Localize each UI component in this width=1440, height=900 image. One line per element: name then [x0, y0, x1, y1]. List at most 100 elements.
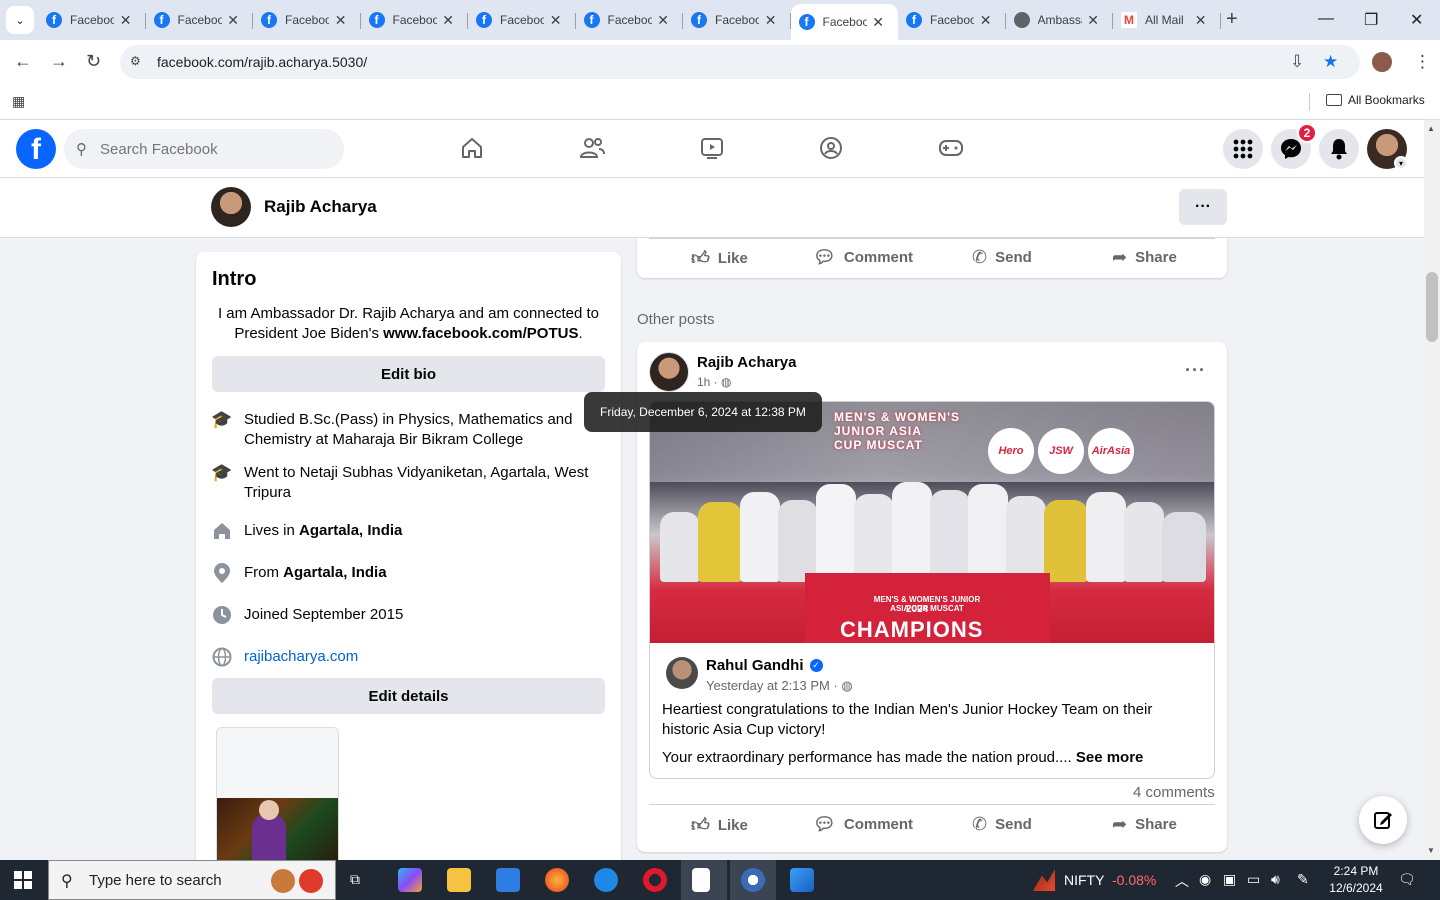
nifty-label[interactable]: NIFTY [1064, 872, 1104, 888]
new-tab-plus-icon[interactable]: + [1226, 8, 1238, 31]
profile-name[interactable]: Rajib Acharya [264, 197, 377, 217]
edit-bio-button[interactable]: Edit bio [212, 356, 605, 392]
firefox-icon[interactable] [545, 868, 569, 892]
post-time-text[interactable]: 1h · [697, 375, 718, 389]
tab-close-icon[interactable]: ✕ [872, 14, 884, 31]
tab-close-icon[interactable]: ✕ [120, 12, 132, 29]
account-chevron-down-icon[interactable]: ▾ [1394, 156, 1408, 170]
notifications-bell-icon[interactable] [1319, 129, 1359, 169]
volume-icon[interactable]: 🔊︎ [1271, 871, 1280, 888]
apps-grid-icon[interactable]: ▦ [12, 93, 25, 110]
page-scrollbar-thumb[interactable] [1426, 272, 1438, 342]
browser-tab[interactable]: f Facebook ✕ [898, 4, 1006, 36]
restore-window-icon[interactable]: ❐ [1364, 10, 1378, 30]
file-explorer-icon[interactable] [447, 868, 471, 892]
browser-tab[interactable]: f Facebook ✕ [576, 4, 684, 36]
post-more-options-icon[interactable]: ··· [1185, 360, 1206, 381]
browser-tab[interactable]: f Facebook ✕ [146, 4, 254, 36]
shared-time-text[interactable]: Yesterday at 2:13 PM · [706, 678, 838, 693]
notepad-icon[interactable] [692, 868, 710, 892]
microsoft-store-icon[interactable] [496, 868, 520, 892]
edit-details-button[interactable]: Edit details [212, 678, 605, 714]
send-button[interactable]: ✆ Send [972, 814, 1032, 835]
profile-avatar[interactable] [211, 187, 251, 227]
search-input[interactable] [100, 129, 330, 169]
tab-close-icon[interactable]: ✕ [335, 12, 347, 29]
facebook-search-box[interactable]: ⚲ [64, 129, 344, 169]
tab-close-icon[interactable]: ✕ [1195, 12, 1207, 29]
like-button[interactable]: 👍︎ Like [691, 814, 748, 836]
tray-device-icon[interactable]: ▣ [1223, 871, 1236, 888]
friends-icon[interactable] [578, 134, 606, 162]
back-arrow-icon[interactable]: ← [14, 51, 32, 72]
browser-tab[interactable]: M All Mail ✕ [1113, 4, 1221, 36]
browser-tab[interactable]: f Facebook ✕ [253, 4, 361, 36]
chrome-menu-kebab-icon[interactable]: ⋮ [1414, 52, 1431, 72]
bio-link[interactable]: www.facebook.com/POTUS [383, 325, 578, 342]
share-button[interactable]: ➦ Share [1112, 814, 1177, 835]
tab-close-icon[interactable]: ✕ [980, 12, 992, 29]
shared-post[interactable]: MEN'S & WOMEN'S JUNIOR ASIA CUP MUSCAT H… [649, 401, 1215, 779]
notification-center-icon[interactable]: 🗨︎ [1398, 871, 1416, 888]
browser-tab[interactable]: f Facebook ✕ [38, 4, 146, 36]
like-button[interactable]: 👍︎ Like [691, 247, 748, 269]
chrome-icon[interactable] [741, 868, 765, 892]
copilot-icon[interactable] [398, 868, 422, 892]
tab-close-icon[interactable]: ✕ [227, 12, 239, 29]
shared-author-avatar[interactable] [666, 657, 698, 689]
address-bar[interactable]: ⚙ facebook.com/rajib.acharya.5030/ [120, 45, 1360, 79]
close-window-icon[interactable]: ✕ [1410, 10, 1423, 30]
shared-post-timestamp[interactable]: Yesterday at 2:13 PM · ◍ [706, 678, 853, 694]
taskbar-search-box[interactable]: ⚲ Type here to search [48, 860, 336, 900]
post-author-name[interactable]: Rajib Acharya [697, 354, 797, 371]
network-icon[interactable]: ▭ [1247, 871, 1260, 888]
website-link[interactable]: rajibacharya.com [244, 647, 358, 667]
url-text[interactable]: facebook.com/rajib.acharya.5030/ [157, 54, 367, 70]
tab-close-icon[interactable]: ✕ [1087, 12, 1099, 29]
browser-tab[interactable]: f Facebook ✕ [468, 4, 576, 36]
scroll-down-arrow-icon[interactable]: ▼ [1427, 846, 1435, 855]
comment-button[interactable]: 💬︎ Comment [813, 814, 913, 835]
browser-tab[interactable]: f Facebook ✕ [361, 4, 469, 36]
page-scrollbar-track[interactable] [1424, 120, 1440, 860]
browser-tab[interactable]: f Facebook ✕ [683, 4, 791, 36]
scroll-up-arrow-icon[interactable]: ▲ [1427, 124, 1435, 133]
tray-record-icon[interactable]: ◉ [1199, 871, 1211, 888]
detail-bold[interactable]: Agartala, India [283, 564, 386, 581]
send-button[interactable]: ✆ Send [972, 247, 1032, 268]
facebook-logo-icon[interactable]: f [16, 129, 56, 169]
home-icon[interactable] [458, 134, 486, 162]
tab-close-icon[interactable]: ✕ [765, 12, 777, 29]
shared-author-label[interactable]: Rahul Gandhi [706, 657, 804, 674]
gaming-icon[interactable] [937, 134, 965, 162]
post-author-avatar[interactable] [649, 352, 689, 392]
profile-more-options-button[interactable]: ··· [1179, 189, 1227, 225]
shared-post-photo[interactable]: MEN'S & WOMEN'S JUNIOR ASIA CUP MUSCAT H… [650, 402, 1214, 643]
see-more-link[interactable]: See more [1076, 749, 1144, 766]
taskbar-clock[interactable]: 2:24 PM 12/6/2024 [1326, 863, 1386, 897]
forward-arrow-icon[interactable]: → [50, 51, 68, 72]
reload-icon[interactable]: ↻ [86, 51, 101, 72]
windows-start-icon[interactable] [14, 871, 32, 889]
menu-grid-icon[interactable] [1223, 129, 1263, 169]
share-button[interactable]: ➦ Share [1112, 247, 1177, 268]
chrome-profile-avatar[interactable] [1372, 52, 1392, 72]
shared-author-name[interactable]: Rahul Gandhi ✓ [706, 657, 823, 674]
groups-icon[interactable] [817, 134, 845, 162]
browser-tab[interactable]: f Facebook ✕ [790, 4, 898, 40]
all-bookmarks-button[interactable]: All Bookmarks [1326, 93, 1425, 107]
pen-icon[interactable]: ✎ [1297, 871, 1309, 888]
app-icon[interactable] [594, 868, 618, 892]
detail-bold[interactable]: Agartala, India [299, 522, 402, 539]
featured-photo-thumbnail[interactable] [216, 727, 339, 872]
comment-button[interactable]: 💬︎ Comment [813, 247, 913, 268]
photos-icon[interactable] [790, 868, 814, 892]
tab-close-icon[interactable]: ✕ [550, 12, 562, 29]
tray-chevron-up-icon[interactable]: ︿ [1175, 871, 1189, 891]
video-icon[interactable] [698, 134, 726, 162]
new-message-compose-button[interactable] [1359, 796, 1407, 844]
tab-close-icon[interactable]: ✕ [442, 12, 454, 29]
comments-count-link[interactable]: 4 comments [1133, 784, 1215, 801]
browser-tab[interactable]: Ambassador ✕ [1006, 4, 1114, 36]
nifty-value[interactable]: -0.08% [1112, 872, 1156, 888]
